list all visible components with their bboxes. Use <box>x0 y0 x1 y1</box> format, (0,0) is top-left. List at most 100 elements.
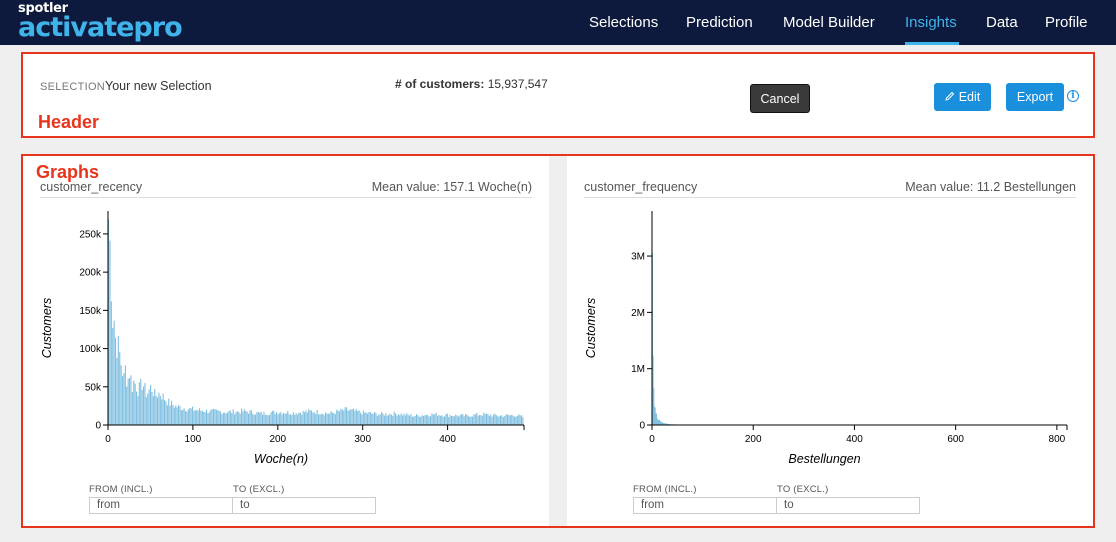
histogram-bar <box>267 414 269 425</box>
histogram-bar <box>213 408 215 425</box>
histogram-bar <box>229 410 231 425</box>
histogram-bar <box>483 412 485 425</box>
histogram-bar <box>112 327 114 425</box>
histogram-bar <box>495 415 497 425</box>
histogram-bar <box>458 416 460 425</box>
histogram-bar <box>130 375 132 425</box>
nav-active-indicator <box>905 42 959 45</box>
histogram-bar <box>348 410 350 425</box>
histogram-bar <box>456 415 458 425</box>
x-axis-label: Bestellungen <box>788 452 860 466</box>
histogram-bar <box>214 409 216 425</box>
histogram-bar <box>444 416 446 425</box>
from-input[interactable]: from <box>633 497 777 514</box>
nav-item-selections[interactable]: Selections <box>589 14 658 31</box>
histogram-bar <box>392 415 394 425</box>
histogram-bar <box>155 395 157 425</box>
y-tick-label: 0 <box>95 421 101 432</box>
histogram-bar <box>511 414 513 425</box>
histogram-bar <box>490 414 492 425</box>
histogram-bar <box>357 411 359 425</box>
nav-item-insights[interactable]: Insights <box>905 14 957 31</box>
histogram-bar <box>159 395 161 425</box>
histogram-bar <box>304 412 306 425</box>
histogram-bar <box>469 417 471 425</box>
histogram-bar <box>330 411 332 425</box>
histogram-bar <box>388 415 390 425</box>
histogram-bar <box>337 410 339 425</box>
histogram-bar <box>361 414 363 425</box>
cancel-button[interactable]: Cancel <box>750 84 810 113</box>
histogram-bar <box>172 404 174 425</box>
histogram-bar <box>318 414 320 425</box>
histogram-bar <box>320 414 322 425</box>
export-button[interactable]: Export <box>1006 83 1064 111</box>
from-label: FROM (INCL.) <box>89 484 153 495</box>
histogram-bar <box>255 414 257 425</box>
histogram-bar <box>493 414 495 425</box>
frequency-histogram: 0 200 400 600 800 0 1M 2M 3M Bestellungen Customer… <box>584 211 1068 466</box>
histogram-bar <box>301 414 303 425</box>
histogram-bar <box>288 414 290 425</box>
histogram-bar <box>488 415 490 425</box>
histogram-bar <box>509 415 511 425</box>
histogram-bar <box>378 414 380 425</box>
y-tick-label: 150k <box>79 306 102 317</box>
nav-item-data[interactable]: Data <box>986 14 1018 31</box>
nav-item-model-builder[interactable]: Model Builder <box>783 14 875 31</box>
brand-logo[interactable]: spotler activatepro <box>18 2 183 42</box>
info-icon[interactable]: i <box>1067 90 1079 102</box>
histogram-bar <box>201 410 203 425</box>
histogram-bar <box>193 410 195 425</box>
to-input[interactable]: to <box>232 497 376 514</box>
histogram-bar <box>313 412 315 425</box>
histogram-bars <box>108 219 524 425</box>
histogram-bar <box>222 412 224 425</box>
histogram-bar <box>308 409 310 425</box>
histogram-bar <box>343 410 345 425</box>
histogram-bar <box>150 385 152 425</box>
histogram-bar <box>413 416 415 425</box>
histogram-bar <box>256 411 258 425</box>
edit-button-label: Edit <box>958 90 981 104</box>
histogram-bar <box>220 411 222 425</box>
nav-item-profile[interactable]: Profile <box>1045 14 1088 31</box>
histogram-bar <box>519 415 521 425</box>
histogram-bar <box>411 416 413 425</box>
selection-name: Your new Selection <box>105 79 212 93</box>
histogram-bar <box>152 396 154 425</box>
histogram-bar <box>397 414 399 425</box>
histogram-bar <box>241 408 243 425</box>
histogram-bar <box>122 376 124 425</box>
x-tick-label: 0 <box>105 434 111 445</box>
histogram-bar <box>123 373 125 425</box>
nav-item-prediction[interactable]: Prediction <box>686 14 753 31</box>
x-tick-label: 600 <box>947 434 964 445</box>
from-input[interactable]: from <box>89 497 233 514</box>
histogram-bar <box>462 414 464 425</box>
y-tick-label: 50k <box>85 382 102 393</box>
histogram-bar <box>269 415 271 425</box>
histogram-bar <box>117 335 119 425</box>
graphs-annotation: Graphs <box>36 162 100 182</box>
y-tick-label: 2M <box>631 308 645 319</box>
edit-button[interactable]: Edit <box>934 83 991 111</box>
graphs-panel: Graphs customer_recency Mean value: 157.… <box>21 154 1095 528</box>
histogram-bar <box>162 393 164 425</box>
histogram-bar <box>477 415 479 425</box>
y-tick-label: 200k <box>79 268 102 279</box>
histogram-bar <box>386 415 388 425</box>
histogram-bar <box>473 414 475 425</box>
histogram-bar <box>127 378 129 425</box>
histogram-bar <box>263 411 265 425</box>
histogram-bar <box>326 413 328 425</box>
to-label: TO (EXCL.) <box>777 484 829 495</box>
y-axis-label: Customers <box>40 298 54 358</box>
histogram-bar <box>280 412 282 425</box>
histogram-bar <box>292 412 294 425</box>
histogram-bar <box>116 357 118 425</box>
histogram-bar <box>129 378 131 425</box>
histogram-bar <box>336 409 338 425</box>
histogram-bar <box>424 415 426 425</box>
to-input[interactable]: to <box>776 497 920 514</box>
